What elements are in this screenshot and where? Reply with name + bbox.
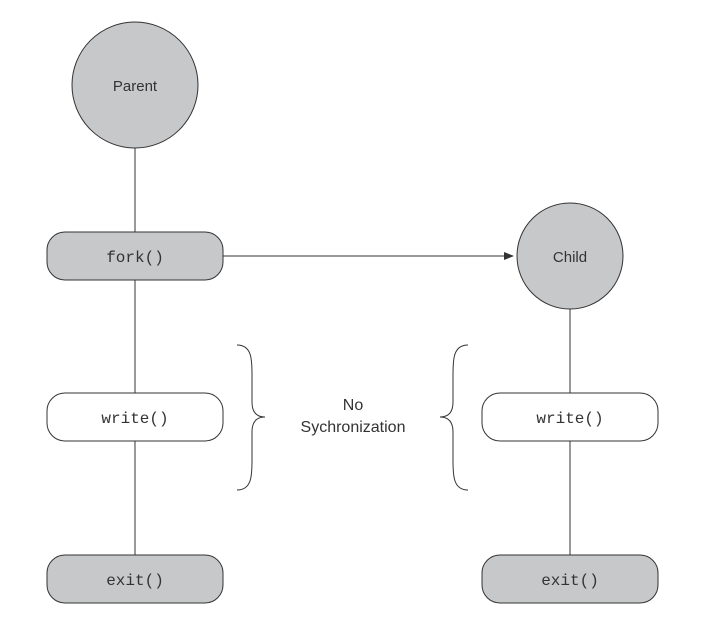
parent-write-label: write() [101,410,168,428]
fork-label: fork() [106,249,164,267]
child-label: Child [553,249,587,266]
right-brace [440,345,468,490]
child-write-label: write() [536,410,603,428]
child-exit-label: exit() [541,572,599,590]
annotation-line1: No [343,397,364,414]
parent-exit-label: exit() [106,572,164,590]
process-fork-diagram: Parent fork() write() exit() Child write… [0,0,704,627]
parent-label: Parent [113,78,158,95]
left-brace [237,345,265,490]
annotation-line2: Sychronization [301,419,406,436]
